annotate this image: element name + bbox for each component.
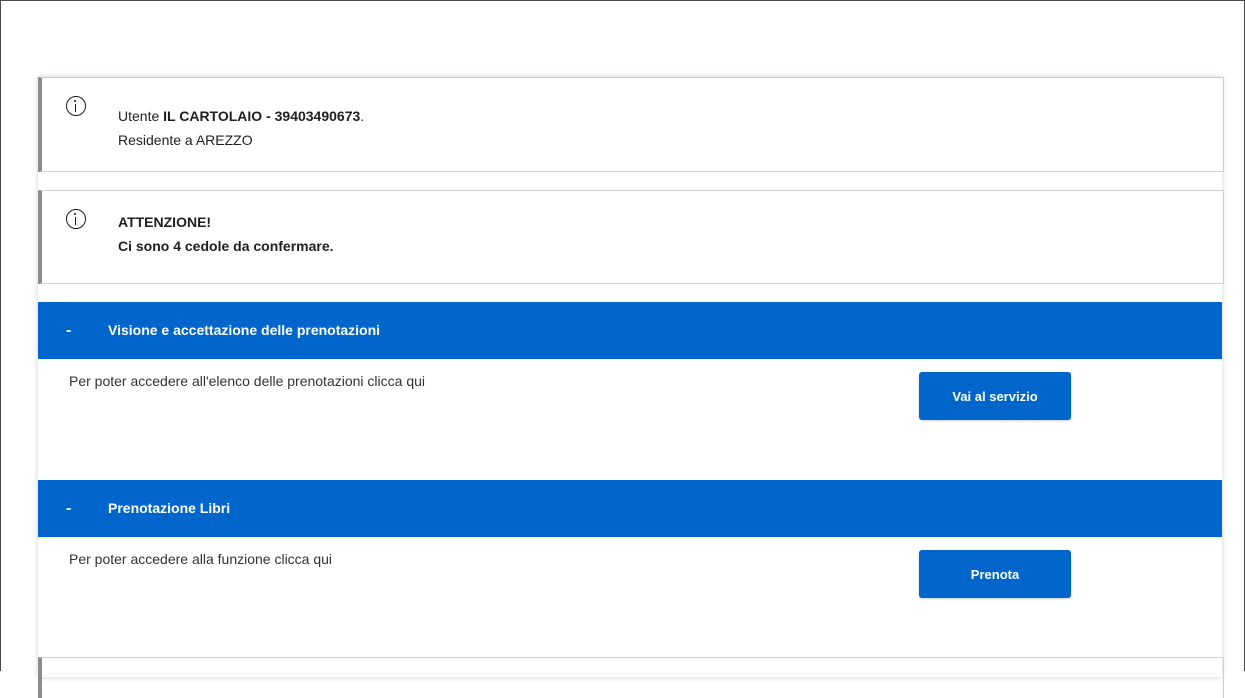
info-icon — [66, 209, 86, 229]
info-icon — [66, 96, 86, 116]
main-content: Utente IL CARTOLAIO - 39403490673. Resid… — [38, 77, 1224, 698]
section-title: Prenotazione Libri — [108, 500, 231, 516]
warning-text: ATTENZIONE! Ci sono 4 cedole da conferma… — [118, 210, 334, 258]
section-description: Per poter accedere all'elenco delle pren… — [69, 373, 425, 389]
user-residence: Residente a AREZZO — [118, 132, 253, 148]
prenota-button[interactable]: Prenota — [919, 550, 1071, 598]
warning-callout: ATTENZIONE! Ci sono 4 cedole da conferma… — [38, 190, 1224, 284]
section-body-prenotazione-libri: Per poter accedere alla funzione clicca … — [38, 537, 1222, 657]
user-line: Utente IL CARTOLAIO - 39403490673. — [118, 104, 364, 128]
user-info-callout: Utente IL CARTOLAIO - 39403490673. Resid… — [38, 77, 1224, 172]
section-title: Visione e accettazione delle prenotazion… — [108, 322, 381, 338]
collapse-icon[interactable]: - — [66, 480, 71, 537]
user-info-text: Utente IL CARTOLAIO - 39403490673. Resid… — [118, 104, 364, 152]
collapse-icon[interactable]: - — [66, 302, 71, 359]
warning-message: Ci sono 4 cedole da confermare. — [118, 238, 334, 254]
user-prefix: Utente — [118, 108, 164, 124]
warning-title: ATTENZIONE! — [118, 214, 212, 230]
section-header-prenotazione-libri[interactable]: - Prenotazione Libri — [38, 480, 1222, 537]
vai-al-servizio-button[interactable]: Vai al servizio — [919, 372, 1071, 420]
user-name: IL CARTOLAIO - 39403490673 — [163, 108, 361, 124]
section-body-visione: Per poter accedere all'elenco delle pren… — [38, 359, 1222, 480]
user-suffix: . — [360, 108, 365, 124]
section-description: Per poter accedere alla funzione clicca … — [69, 551, 333, 567]
section-header-visione[interactable]: - Visione e accettazione delle prenotazi… — [38, 302, 1222, 359]
next-callout-partial — [38, 657, 1224, 698]
